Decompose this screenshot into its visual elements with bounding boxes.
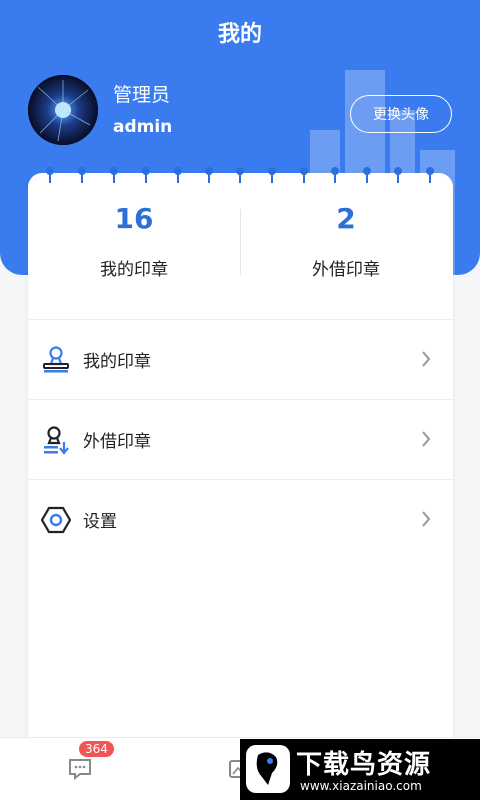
stats-row: 16 我的印章 2 外借印章 [28,197,453,297]
chevron-right-icon [422,511,431,527]
menu-item-settings[interactable]: 设置 [28,479,453,559]
chevron-right-icon [422,431,431,447]
menu-item-my-stamps[interactable]: 我的印章 [28,319,453,399]
menu-item-label: 我的印章 [83,352,151,372]
page-title: 我的 [217,22,262,47]
settings-hex-icon [41,505,71,535]
binder-rings-decoration [46,167,434,183]
stat-value: 2 [336,202,356,235]
stat-lent-stamps[interactable]: 2 外借印章 [240,197,452,297]
chevron-right-icon [422,351,431,367]
avatar[interactable] [28,75,98,145]
watermark-banner: 下载鸟资源 www.xiazainiao.com [240,739,480,800]
stamp-lend-icon [41,425,71,455]
menu-item-label: 设置 [83,512,117,532]
stat-label: 我的印章 [100,260,168,280]
message-icon[interactable] [68,758,92,780]
watermark-url: www.xiazainiao.com [300,779,422,793]
menu-item-lent-stamps[interactable]: 外借印章 [28,399,453,479]
role-name: 管理员 [113,84,171,106]
menu-list: 我的印章 外借印章 设置 [28,319,453,559]
profile-card: 16 我的印章 2 外借印章 我的印章 外借印章 设置 [28,167,453,753]
stamp-icon [41,345,71,375]
change-avatar-button[interactable]: 更换头像 [350,95,452,133]
message-count-badge: 364 [79,741,114,757]
stat-my-stamps[interactable]: 16 我的印章 [28,197,240,297]
stat-value: 16 [114,202,154,235]
watermark-title: 下载鸟资源 [296,750,432,780]
username: admin [113,117,173,137]
menu-item-label: 外借印章 [83,432,151,452]
stat-label: 外借印章 [312,260,380,280]
bird-logo-icon [246,745,290,793]
